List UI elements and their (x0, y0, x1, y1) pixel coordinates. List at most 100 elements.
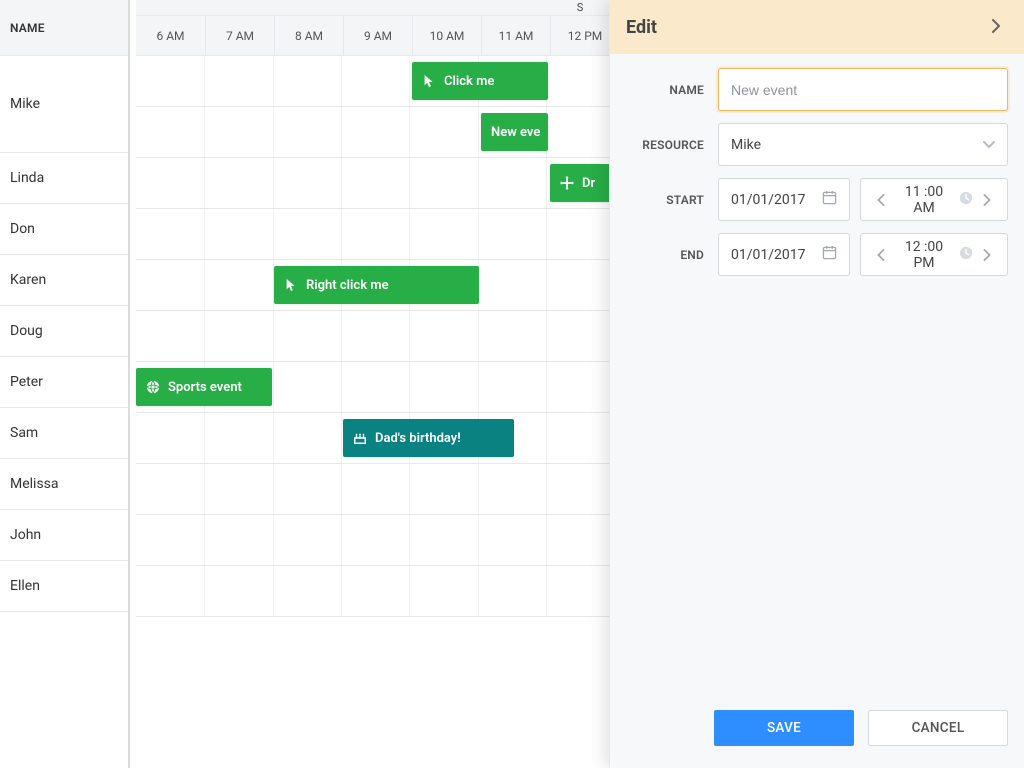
schedule-cell[interactable] (204, 209, 272, 259)
event-label: Click me (444, 74, 494, 89)
calendar-icon (822, 190, 837, 209)
schedule-cell[interactable] (341, 464, 409, 514)
schedule-cell[interactable] (273, 311, 341, 361)
schedule-cell[interactable] (204, 107, 272, 157)
schedule-cell[interactable] (204, 464, 272, 514)
resource-name-cell[interactable]: Peter (0, 357, 128, 408)
schedule-cell[interactable] (478, 260, 546, 310)
schedule-cell[interactable] (409, 158, 477, 208)
end-time-input[interactable]: 12 :00 PM (860, 233, 1008, 276)
end-date-input[interactable]: 01/01/2017 (718, 233, 850, 276)
schedule-cell[interactable] (136, 260, 204, 310)
cancel-button[interactable]: CANCEL (868, 710, 1008, 746)
schedule-cell[interactable] (478, 566, 546, 616)
schedule-cell[interactable] (341, 566, 409, 616)
schedule-cell[interactable] (409, 209, 477, 259)
resource-name-cell[interactable]: Don (0, 204, 128, 255)
schedule-cell[interactable] (409, 311, 477, 361)
schedule-cell[interactable] (546, 413, 614, 463)
resource-name-cell[interactable]: Ellen (0, 561, 128, 612)
schedule-cell[interactable] (204, 260, 272, 310)
schedule-cell[interactable] (136, 56, 204, 106)
event-label: Dr (582, 176, 595, 191)
schedule-cell[interactable] (546, 515, 614, 565)
event-dads-birthday[interactable]: Dad's birthday! (343, 419, 514, 457)
time-next-button[interactable] (979, 249, 995, 261)
resource-name-cell[interactable]: Sam (0, 408, 128, 459)
event-right-click[interactable]: Right click me (274, 266, 479, 304)
resource-name-cell[interactable]: Linda (0, 153, 128, 204)
name-input[interactable] (731, 82, 995, 98)
save-button[interactable]: SAVE (714, 710, 854, 746)
schedule-cell[interactable] (341, 56, 409, 106)
event-new-event[interactable]: New eve (481, 113, 548, 151)
schedule-cell[interactable] (341, 362, 409, 412)
schedule-cell[interactable] (478, 515, 546, 565)
schedule-cell[interactable] (204, 515, 272, 565)
schedule-cell[interactable] (546, 464, 614, 514)
schedule-cell[interactable] (341, 107, 409, 157)
schedule-cell[interactable] (546, 362, 614, 412)
schedule-cell[interactable] (273, 362, 341, 412)
time-prev-button[interactable] (873, 194, 889, 206)
time-next-button[interactable] (979, 194, 995, 206)
resource-select[interactable]: Mike (718, 123, 1008, 166)
schedule-cell[interactable] (478, 158, 546, 208)
schedule-cell[interactable] (204, 566, 272, 616)
event-click-me[interactable]: Click me (412, 62, 548, 100)
schedule-cell[interactable] (136, 209, 204, 259)
schedule-cell[interactable] (409, 515, 477, 565)
schedule-cell[interactable] (546, 311, 614, 361)
time-prev-button[interactable] (873, 249, 889, 261)
schedule-cell[interactable] (409, 464, 477, 514)
resource-name-cell[interactable]: Doug (0, 306, 128, 357)
schedule-cell[interactable] (204, 56, 272, 106)
schedule-cell[interactable] (204, 158, 272, 208)
schedule-cell[interactable] (273, 413, 341, 463)
schedule-cell[interactable] (273, 515, 341, 565)
resource-name-cell[interactable]: John (0, 510, 128, 561)
schedule-cell[interactable] (546, 566, 614, 616)
schedule-cell[interactable] (546, 107, 614, 157)
schedule-cell[interactable] (273, 56, 341, 106)
name-field-wrapper (718, 68, 1008, 111)
schedule-cell[interactable] (341, 158, 409, 208)
schedule-cell[interactable] (273, 107, 341, 157)
schedule-cell[interactable] (136, 515, 204, 565)
resource-name-cell[interactable]: Karen (0, 255, 128, 306)
panel-collapse-button[interactable] (984, 15, 1008, 39)
schedule-cell[interactable] (409, 566, 477, 616)
schedule-cell[interactable] (273, 158, 341, 208)
schedule-cell[interactable] (478, 209, 546, 259)
start-date-input[interactable]: 01/01/2017 (718, 178, 850, 221)
start-time-input[interactable]: 11 :00 AM (860, 178, 1008, 221)
schedule-cell[interactable] (136, 158, 204, 208)
event-sports-event[interactable]: Sports event (136, 368, 272, 406)
schedule-cell[interactable] (341, 515, 409, 565)
schedule-cell[interactable] (409, 362, 477, 412)
schedule-cell[interactable] (546, 56, 614, 106)
schedule-cell[interactable] (136, 413, 204, 463)
calendar-icon (822, 245, 837, 264)
schedule-cell[interactable] (478, 362, 546, 412)
resource-name-cell[interactable]: Mike (0, 56, 128, 153)
schedule-cell[interactable] (136, 464, 204, 514)
schedule-cell[interactable] (546, 260, 614, 310)
schedule-cell[interactable] (204, 311, 272, 361)
schedule-cell[interactable] (273, 209, 341, 259)
schedule-cell[interactable] (478, 311, 546, 361)
schedule-cell[interactable] (409, 107, 477, 157)
schedule-cell[interactable] (136, 107, 204, 157)
resource-name-cell[interactable]: Melissa (0, 459, 128, 510)
schedule-cell[interactable] (136, 311, 204, 361)
event-drag-me[interactable]: Dr (550, 164, 617, 202)
resource-name-column: NAME MikeLindaDonKarenDougPeterSamMeliss… (0, 0, 130, 768)
schedule-cell[interactable] (204, 413, 272, 463)
schedule-cell[interactable] (273, 464, 341, 514)
schedule-cell[interactable] (273, 566, 341, 616)
schedule-cell[interactable] (341, 311, 409, 361)
schedule-cell[interactable] (341, 209, 409, 259)
schedule-cell[interactable] (136, 566, 204, 616)
schedule-cell[interactable] (478, 464, 546, 514)
schedule-cell[interactable] (546, 209, 614, 259)
